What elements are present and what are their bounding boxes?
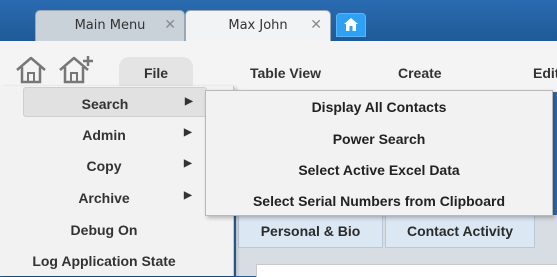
search-submenu: Display All Contacts Power Search Select… bbox=[205, 90, 553, 216]
menu-item-search[interactable]: Search ▶ bbox=[23, 87, 207, 117]
tab-max-john[interactable]: Max John ✕ bbox=[185, 10, 331, 41]
edit-menu-button[interactable]: Edit bbox=[533, 65, 557, 81]
close-icon[interactable]: ✕ bbox=[310, 17, 322, 33]
menu-item-copy[interactable]: Copy ▶ bbox=[0, 150, 233, 180]
tab-personal-bio[interactable]: Personal & Bio bbox=[238, 215, 383, 248]
tab-label: Max John bbox=[228, 18, 288, 33]
submenu-item-select-active-excel-data[interactable]: Select Active Excel Data bbox=[206, 162, 552, 178]
create-menu-button[interactable]: Create bbox=[398, 65, 442, 81]
home-icon[interactable] bbox=[14, 55, 48, 85]
detail-panel bbox=[256, 264, 557, 277]
home-tab[interactable] bbox=[336, 13, 366, 37]
file-label: File bbox=[143, 65, 169, 81]
menu-item-label: Admin bbox=[82, 127, 126, 143]
menu-item-label: Search bbox=[81, 96, 129, 112]
tab-contact-activity[interactable]: Contact Activity bbox=[385, 215, 535, 248]
table-view-menu-button[interactable]: Table View bbox=[250, 65, 321, 81]
menu-item-label: Log Application State bbox=[32, 253, 176, 269]
title-bar: Main Menu ✕ Max John ✕ bbox=[0, 0, 557, 41]
submenu-arrow-icon: ▶ bbox=[184, 190, 192, 201]
menu-item-label: Copy bbox=[86, 158, 122, 174]
menu-item-label: Archive bbox=[78, 190, 130, 206]
close-icon[interactable]: ✕ bbox=[164, 17, 176, 33]
submenu-item-select-serial-numbers[interactable]: Select Serial Numbers from Clipboard bbox=[206, 193, 552, 209]
menu-item-archive[interactable]: Archive ▶ bbox=[0, 182, 233, 212]
file-dropdown-menu: Search ▶ Admin ▶ Copy ▶ Archive ▶ Debug … bbox=[0, 86, 234, 276]
submenu-arrow-icon: ▶ bbox=[184, 127, 192, 138]
menu-item-label: Debug On bbox=[70, 222, 138, 238]
menu-item-debug-on[interactable]: Debug On bbox=[0, 214, 233, 244]
tab-main-menu[interactable]: Main Menu ✕ bbox=[35, 10, 185, 41]
tab-label: Main Menu bbox=[74, 18, 146, 33]
submenu-item-power-search[interactable]: Power Search bbox=[206, 131, 552, 147]
add-home-icon[interactable] bbox=[57, 55, 95, 85]
menu-item-admin[interactable]: Admin ▶ bbox=[0, 119, 233, 149]
menu-item-log-application-state[interactable]: Log Application State bbox=[0, 245, 233, 275]
submenu-arrow-icon: ▶ bbox=[185, 96, 193, 107]
submenu-arrow-icon: ▶ bbox=[184, 158, 192, 169]
home-icon bbox=[344, 18, 358, 31]
submenu-item-display-all-contacts[interactable]: Display All Contacts bbox=[206, 99, 552, 115]
